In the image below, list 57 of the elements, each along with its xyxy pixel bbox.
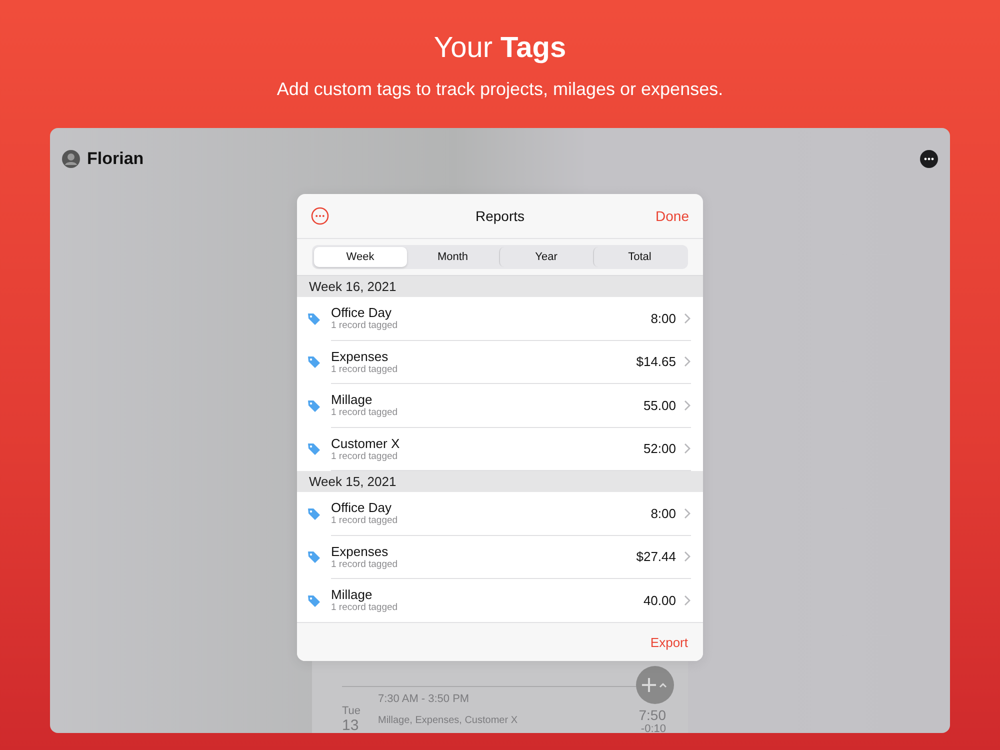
chevron-icon — [684, 594, 691, 606]
tag-total: 40.00 — [643, 592, 676, 608]
chevron-icon — [684, 400, 691, 411]
tag-total: $14.65 — [636, 354, 676, 370]
tag-name: Customer X — [331, 436, 400, 451]
tag-icon — [307, 442, 321, 456]
section-header: Week 16, 2021 — [297, 276, 703, 297]
more-button[interactable] — [311, 207, 329, 225]
segment-tab[interactable]: Total — [592, 247, 686, 267]
segment-tab[interactable]: Week — [314, 247, 406, 267]
tag-icon — [307, 398, 321, 413]
page-subtitle: Add custom tags to track projects, milages or expenses. — [276, 78, 724, 100]
entry-tags: Millage, Expenses, Customer X — [378, 715, 639, 726]
export-button[interactable]: Export — [650, 634, 688, 650]
tag-name: Millage — [331, 392, 374, 408]
chevron-icon — [684, 356, 691, 368]
tag-total: 55.00 — [643, 398, 676, 413]
tag-total: 8:00 — [650, 506, 676, 521]
tag-record-count: 1 record tagged — [331, 407, 398, 418]
tag-total: 52:00 — [643, 441, 676, 456]
tag-icon — [307, 506, 321, 521]
avatar-icon — [62, 150, 80, 168]
tag-name: Millage — [331, 587, 374, 602]
tag-name: Office Day — [331, 305, 392, 320]
tag-record-count: 1 record tagged — [331, 558, 398, 570]
tag-icon — [307, 594, 321, 608]
tag-record-count: 1 record tagged — [331, 364, 398, 375]
chevron-icon — [684, 551, 691, 562]
tag-record-count: 1 record tagged — [331, 515, 398, 526]
tag-name: Expenses — [331, 348, 390, 364]
chevron-icon — [684, 508, 691, 519]
tag-name: Expenses — [331, 544, 390, 559]
tag-record-count: 1 record tagged — [331, 450, 399, 462]
day-name: Tue — [342, 705, 362, 717]
section-header: Week 15, 2021 — [297, 471, 703, 492]
tag-name: Office Day — [331, 500, 392, 516]
segment-tab[interactable]: Month — [406, 247, 499, 267]
tag-total: $27.44 — [636, 549, 676, 564]
tag-icon — [307, 550, 321, 564]
sheet-title: Reports — [475, 208, 525, 224]
chevron-icon — [684, 443, 691, 454]
tag-icon — [307, 355, 321, 370]
user-name: Florian — [87, 149, 144, 169]
plus-icon — [642, 677, 668, 693]
tag-total: 8:00 — [650, 310, 676, 326]
segment-tab[interactable]: Year — [499, 247, 592, 267]
chevron-icon — [684, 312, 691, 324]
tag-record-count: 1 record tagged — [331, 320, 398, 332]
time-range: 7:30 AM - 3:50 PM — [378, 693, 470, 705]
done-button[interactable]: Done — [656, 208, 689, 224]
tag-record-count: 1 record tagged — [331, 602, 398, 614]
page-title: Your Tags — [434, 31, 566, 66]
more-icon[interactable] — [920, 150, 938, 168]
duration: 7:50 — [638, 707, 666, 723]
duration-delta: -0:10 — [640, 723, 666, 733]
day-number: 13 — [342, 717, 360, 733]
tag-icon — [307, 312, 321, 326]
